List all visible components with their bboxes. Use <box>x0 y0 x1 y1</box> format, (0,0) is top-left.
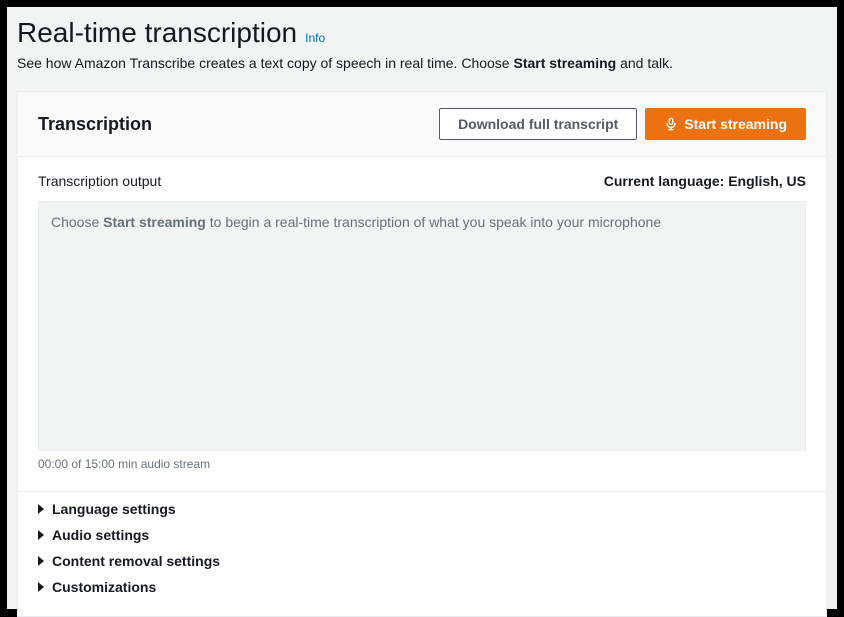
expander-content-removal-settings[interactable]: Content removal settings <box>38 548 806 574</box>
desc-post: and talk. <box>616 55 673 71</box>
expander-language-settings[interactable]: Language settings <box>38 496 806 522</box>
panel-title: Transcription <box>38 114 152 135</box>
microphone-icon <box>664 117 678 131</box>
settings-label: Language settings <box>52 501 176 517</box>
settings-label: Customizations <box>52 579 156 595</box>
caret-right-icon <box>38 556 44 566</box>
download-label: Download full transcript <box>458 114 618 134</box>
placeholder-pre: Choose <box>51 214 103 230</box>
settings-label: Audio settings <box>52 527 149 543</box>
settings-label: Content removal settings <box>52 553 220 569</box>
start-label: Start streaming <box>684 114 787 134</box>
page-description: See how Amazon Transcribe creates a text… <box>17 55 827 71</box>
panel-header: Transcription Download full transcript <box>18 92 826 157</box>
desc-pre: See how Amazon Transcribe creates a text… <box>17 55 513 71</box>
transcription-panel: Transcription Download full transcript <box>17 91 827 617</box>
transcription-output-box: Choose Start streaming to begin a real-t… <box>38 201 806 451</box>
caret-right-icon <box>38 530 44 540</box>
page-header: Real-time transcription Info See how Ama… <box>17 17 827 79</box>
caret-right-icon <box>38 582 44 592</box>
settings-list: Language settings Audio settings Content… <box>18 491 826 616</box>
panel-actions: Download full transcript Start streaming <box>439 108 806 140</box>
expander-audio-settings[interactable]: Audio settings <box>38 522 806 548</box>
panel-body: Transcription output Current language: E… <box>18 157 826 475</box>
placeholder-post: to begin a real-time transcription of wh… <box>206 214 661 230</box>
info-link[interactable]: Info <box>305 31 325 45</box>
expander-customizations[interactable]: Customizations <box>38 574 806 600</box>
stream-time-label: 00:00 of 15:00 min audio stream <box>38 457 806 471</box>
desc-bold: Start streaming <box>513 55 616 71</box>
start-streaming-button[interactable]: Start streaming <box>645 108 806 140</box>
current-language-label: Current language: English, US <box>604 173 806 189</box>
page-title: Real-time transcription <box>17 17 297 49</box>
output-row: Transcription output Current language: E… <box>38 173 806 189</box>
page-container: Real-time transcription Info See how Ama… <box>7 7 837 609</box>
placeholder-bold: Start streaming <box>103 214 206 230</box>
output-label: Transcription output <box>38 173 161 189</box>
caret-right-icon <box>38 504 44 514</box>
page-title-row: Real-time transcription Info <box>17 17 827 49</box>
download-transcript-button[interactable]: Download full transcript <box>439 108 637 140</box>
